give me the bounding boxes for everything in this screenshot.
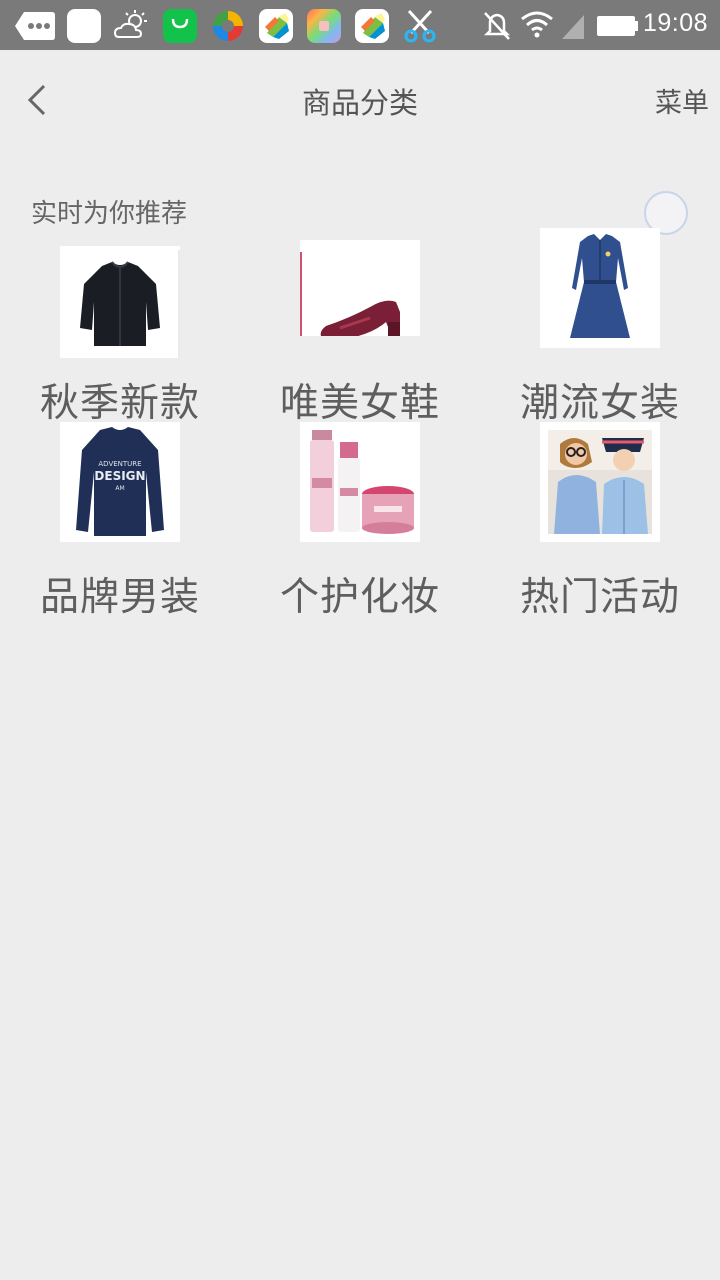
header: 商品分类 菜单 xyxy=(0,50,720,150)
shopping-bag-icon xyxy=(163,9,197,43)
svg-text:ADVENTURE: ADVENTURE xyxy=(98,460,141,468)
status-bar: 19:08 xyxy=(0,0,720,50)
app-icon xyxy=(355,9,389,43)
wifi-icon xyxy=(520,9,554,43)
category-label: 品牌男装 xyxy=(39,575,200,620)
system-icons: 19:08 xyxy=(480,0,720,50)
section-title: 实时为你推荐 xyxy=(31,199,188,229)
weather-icon xyxy=(113,9,147,43)
category-item-trendy-womenswear[interactable]: 潮流女装 xyxy=(480,228,720,428)
notifications-off-icon xyxy=(482,9,512,43)
svg-text:DESIGN: DESIGN xyxy=(94,469,145,483)
pink-skincare-set-image xyxy=(300,422,420,542)
category-item-hot-events[interactable]: 热门活动 xyxy=(480,422,720,622)
photo-app-icon xyxy=(307,9,341,43)
category-item-women-shoes[interactable]: 唯美女鞋 xyxy=(240,228,480,428)
white-app-icon xyxy=(67,9,101,43)
scissors-icon xyxy=(403,9,437,43)
category-item-brand-menswear[interactable]: ADVENTURE DESIGN AM 品牌男装 xyxy=(0,422,240,622)
status-time: 19:08 xyxy=(642,9,708,37)
black-cardigan-image xyxy=(60,246,180,358)
category-label: 个护化妆 xyxy=(279,575,440,620)
browser-icon xyxy=(211,9,245,43)
menu-button[interactable]: 菜单 xyxy=(655,81,709,120)
signal-icon xyxy=(560,9,586,43)
category-item-personal-care[interactable]: 个护化妆 xyxy=(240,422,480,622)
denim-dress-image xyxy=(540,228,660,348)
category-item-autumn-new[interactable]: 秋季新款 xyxy=(0,228,240,428)
navy-long-sleeve-tee-image: ADVENTURE DESIGN AM xyxy=(60,422,180,542)
screen: 19:08 商品分类 菜单 实时为你推荐 秋季新款 唯美女鞋 潮流女装 ADVE… xyxy=(0,0,720,1280)
category-label: 热门活动 xyxy=(519,575,680,620)
battery-icon xyxy=(596,9,640,43)
two-women-photo-image xyxy=(540,422,660,542)
burgundy-flat-shoe-image xyxy=(300,240,420,336)
chat-more-icon xyxy=(14,9,56,43)
category-label: 潮流女装 xyxy=(519,381,680,426)
svg-text:AM: AM xyxy=(115,485,124,492)
category-label: 唯美女鞋 xyxy=(279,381,440,426)
category-label: 秋季新款 xyxy=(39,381,200,426)
page-title: 商品分类 xyxy=(301,86,418,120)
app-icon xyxy=(259,9,293,43)
